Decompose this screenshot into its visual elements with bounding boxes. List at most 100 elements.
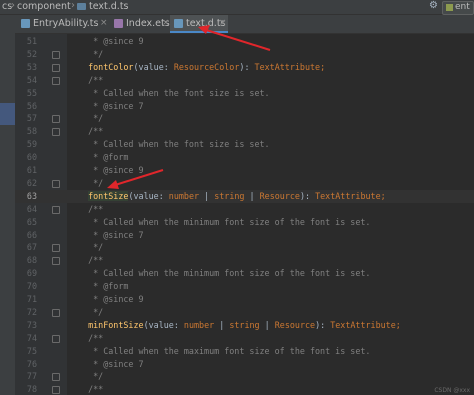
line-number[interactable]: 78	[15, 384, 37, 394]
line-number[interactable]: 57	[15, 113, 37, 123]
line-number[interactable]: 75	[15, 346, 37, 356]
line-number[interactable]: 73	[15, 320, 37, 330]
code-token: * @since 7	[78, 358, 144, 369]
fold-marker-icon[interactable]	[52, 179, 60, 188]
code-token: /**	[78, 255, 104, 266]
code-token: */	[78, 177, 104, 188]
close-icon[interactable]: ×	[219, 18, 227, 28]
code-token: value	[148, 319, 174, 330]
code-token: ):	[239, 61, 255, 72]
fold-marker-icon[interactable]	[52, 128, 60, 137]
line-number[interactable]: 60	[15, 152, 37, 162]
line-number[interactable]: 62	[15, 178, 37, 188]
code-token: /**	[78, 332, 104, 343]
line-number[interactable]: 72	[15, 307, 37, 317]
line-number[interactable]: 74	[15, 333, 37, 343]
code-line: fontSize(value: number | string | Resour…	[78, 190, 386, 201]
code-line: */	[78, 49, 103, 59]
fold-marker-icon[interactable]	[52, 308, 60, 317]
line-number[interactable]: 61	[15, 165, 37, 175]
code-token: minFontSize	[88, 319, 144, 330]
code-token: |	[244, 190, 260, 201]
fold-marker-icon[interactable]	[52, 115, 60, 124]
code-token: TextAttribute	[330, 319, 396, 330]
code-token: * @since 9	[78, 36, 144, 46]
close-icon[interactable]: ×	[100, 18, 108, 28]
code-token: /**	[78, 126, 104, 137]
tab-entryability[interactable]: EntryAbility.ts ×	[17, 15, 110, 33]
code-token: /**	[78, 74, 104, 85]
code-line: * Called when the maximum font size of t…	[78, 346, 370, 356]
left-tool-strip	[0, 15, 16, 395]
project-tool-window-marker[interactable]	[0, 103, 15, 125]
fold-marker-icon[interactable]	[52, 63, 60, 72]
code-line: /**	[78, 204, 103, 214]
code-line: /**	[78, 255, 103, 265]
breadcrumb-file[interactable]: text.d.ts	[89, 1, 129, 12]
code-token: * @since 9	[78, 294, 144, 304]
tab-text-d-ts[interactable]: text.d.ts ×	[170, 15, 228, 33]
code-line: * @form	[78, 152, 128, 162]
code-token: number	[168, 190, 200, 201]
line-number[interactable]: 66	[15, 230, 37, 240]
fold-marker-icon[interactable]	[52, 373, 60, 382]
breadcrumb-separator: ›	[71, 0, 75, 11]
navigation-bar: cs › component › text.d.ts ⚙ ent	[0, 0, 474, 15]
code-token: fontColor	[88, 61, 134, 72]
code-token: Resource	[274, 319, 316, 330]
code-token: * Called when the font size is set.	[78, 139, 270, 150]
line-number[interactable]: 70	[15, 281, 37, 291]
line-number[interactable]: 64	[15, 204, 37, 214]
line-number[interactable]: 53	[15, 62, 37, 72]
code-token: * Called when the minimum font size of t…	[78, 216, 371, 227]
line-number[interactable]: 77	[15, 371, 37, 381]
line-number[interactable]: 65	[15, 217, 37, 227]
module-icon	[446, 4, 453, 11]
code-token: ;	[395, 319, 401, 330]
line-number[interactable]: 51	[15, 36, 37, 46]
line-number[interactable]: 67	[15, 242, 37, 252]
run-configuration-label: ent	[455, 2, 470, 12]
run-configuration-selector[interactable]: ent	[442, 1, 474, 15]
code-token: ):	[299, 190, 316, 201]
code-token: TextAttribute	[315, 190, 381, 201]
code-line: * @since 9	[78, 36, 144, 46]
code-token: * Called when the maximum font size of t…	[78, 345, 371, 356]
fold-marker-icon[interactable]	[52, 50, 60, 59]
fold-marker-icon[interactable]	[52, 244, 60, 253]
line-number[interactable]: 52	[15, 49, 37, 59]
line-number[interactable]: 59	[15, 139, 37, 149]
line-number[interactable]: 54	[15, 75, 37, 85]
code-line: */	[78, 307, 103, 317]
line-number[interactable]: 55	[15, 88, 37, 98]
code-token: :	[173, 319, 184, 330]
line-number[interactable]: 76	[15, 359, 37, 369]
code-token: */	[78, 242, 104, 253]
fold-marker-icon[interactable]	[52, 76, 60, 85]
line-number[interactable]: 63	[15, 191, 37, 201]
breadcrumb-separator: ›	[11, 0, 15, 11]
breadcrumb-folder[interactable]: component	[17, 1, 71, 12]
close-icon[interactable]: ×	[162, 18, 170, 28]
code-line: * @since 7	[78, 230, 143, 240]
fold-marker-icon[interactable]	[52, 334, 60, 343]
fold-marker-icon[interactable]	[52, 205, 60, 214]
code-token: number	[183, 319, 215, 330]
code-token: value	[133, 190, 159, 201]
code-token: ):	[315, 319, 331, 330]
code-token: |	[199, 190, 215, 201]
line-number[interactable]: 71	[15, 294, 37, 304]
gear-icon[interactable]: ⚙	[429, 0, 438, 11]
code-line: */	[78, 242, 103, 252]
line-number[interactable]: 58	[15, 126, 37, 136]
line-number[interactable]: 68	[15, 255, 37, 265]
line-number[interactable]: 56	[15, 101, 37, 111]
fold-marker-icon[interactable]	[52, 257, 60, 266]
tab-index[interactable]: Index.ets ×	[110, 15, 170, 33]
ets-file-icon	[114, 19, 123, 28]
code-line: */	[78, 113, 103, 123]
fold-marker-icon[interactable]	[52, 386, 60, 395]
line-number[interactable]: 69	[15, 268, 37, 278]
code-token: |	[214, 319, 230, 330]
